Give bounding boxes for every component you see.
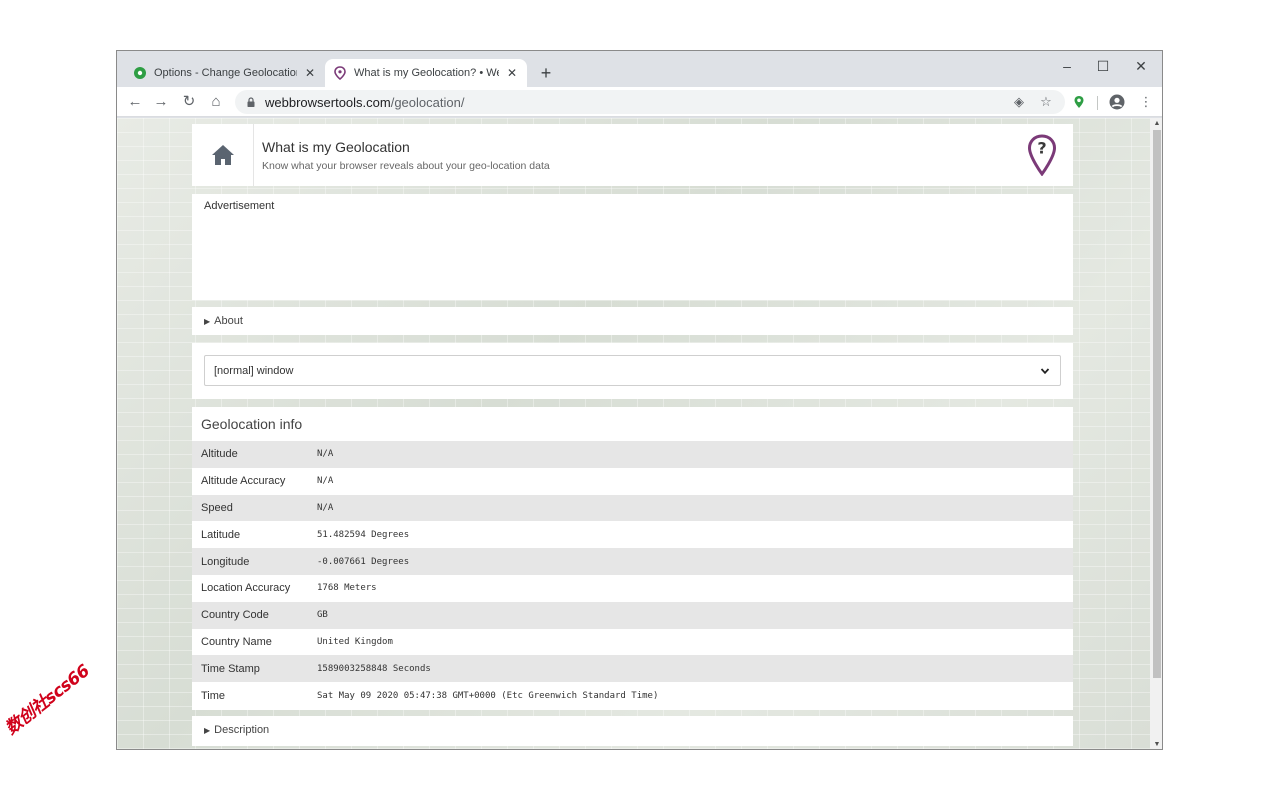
reload-icon[interactable]: ↻: [177, 90, 201, 114]
browser-window: Options - Change Geolocation ✕ What is m…: [116, 50, 1163, 750]
browser-toolbar: ← → ↻ ⌂ webbrowsertools.com/geolocation/…: [117, 87, 1162, 117]
close-tab-icon[interactable]: ✕: [505, 66, 519, 80]
url-domain: webbrowsertools.com: [265, 94, 391, 110]
close-tab-icon[interactable]: ✕: [303, 66, 317, 80]
lock-icon: [247, 97, 255, 107]
geolocation-table: Altitude N/A Altitude Accuracy N/A Speed N/A L…: [192, 441, 1073, 709]
table-row: Longitude -0.007661 Degrees: [192, 548, 1073, 575]
about-label: About: [214, 315, 243, 327]
geo-row-value: 51.482594 Degrees: [317, 529, 410, 540]
toolbar-divider: [1097, 96, 1098, 110]
table-row: Latitude 51.482594 Degrees: [192, 521, 1073, 549]
geo-row-value: -0.007661 Degrees: [317, 556, 410, 567]
geo-row-label: Latitude: [201, 528, 241, 541]
window-select-card: [normal] window: [192, 343, 1073, 399]
profile-avatar-icon[interactable]: [1106, 90, 1128, 114]
scrollbar-thumb[interactable]: [1153, 130, 1161, 678]
watermark: 数创社scs66: [1, 661, 94, 739]
geo-row-label: Longitude: [201, 555, 250, 568]
location-target-icon[interactable]: ◈: [1008, 90, 1030, 114]
chevron-down-icon: [1040, 368, 1050, 375]
about-disclosure[interactable]: ▶ About: [192, 307, 1073, 335]
close-window-icon[interactable]: ✕: [1123, 55, 1159, 77]
new-tab-icon[interactable]: +: [535, 62, 557, 84]
page-title: What is my Geolocation: [262, 139, 410, 155]
tab-options-change-geolocation[interactable]: Options - Change Geolocation ✕: [125, 59, 325, 87]
about-toggle[interactable]: ▶ About: [204, 315, 243, 327]
window-type-select[interactable]: [normal] window: [204, 355, 1061, 386]
minimize-icon[interactable]: –: [1049, 55, 1085, 77]
geo-row-value: N/A: [317, 502, 334, 513]
geo-row-label: Country Code: [201, 609, 269, 622]
tab-what-is-my-geolocation[interactable]: What is my Geolocation? • WebB ✕: [325, 59, 527, 87]
menu-kebab-icon[interactable]: ⋮: [1135, 90, 1157, 114]
geo-row-value: United Kingdom: [317, 636, 393, 647]
maximize-icon[interactable]: ☐: [1085, 55, 1121, 77]
geo-row-label: Altitude Accuracy: [201, 475, 286, 488]
back-arrow-icon[interactable]: ←: [123, 90, 147, 114]
disclosure-triangle-icon: ▶: [204, 726, 211, 735]
geo-row-label: Altitude: [201, 448, 238, 461]
geo-row-value: 1768 Meters: [317, 583, 377, 594]
advertisement-label: Advertisement: [204, 200, 275, 212]
table-row: Speed N/A: [192, 494, 1073, 522]
table-row: Country Code GB: [192, 601, 1073, 629]
geo-row-label: Time: [201, 689, 226, 702]
header-card: What is my Geolocation Know what your br…: [192, 124, 1073, 186]
table-row: Altitude Accuracy N/A: [192, 467, 1073, 495]
svg-text:?: ?: [1037, 139, 1046, 158]
geo-row-value: Sat May 09 2020 05:47:38 GMT+0000 (Etc G…: [317, 690, 659, 701]
table-row: Altitude N/A: [192, 441, 1073, 468]
geolocation-extension-icon[interactable]: [1068, 90, 1090, 114]
home-link[interactable]: [192, 124, 254, 186]
table-row: Location Accuracy 1768 Meters: [192, 574, 1073, 602]
header-text: What is my Geolocation Know what your br…: [254, 124, 1073, 186]
scroll-down-icon[interactable]: ▼: [1150, 739, 1162, 749]
geo-row-value: 1589003258848 Seconds: [317, 663, 431, 674]
geolocation-info-card: Geolocation info Altitude N/A Altitude Acc…: [192, 407, 1073, 710]
scroll-up-icon[interactable]: ▲: [1150, 118, 1162, 130]
geo-row-label: Speed: [201, 501, 233, 514]
bookmark-star-icon[interactable]: ☆: [1035, 90, 1057, 114]
geo-row-value: N/A: [317, 476, 334, 487]
vertical-scrollbar[interactable]: ▲ ▼: [1150, 118, 1162, 749]
table-row: Country Name United Kingdom: [192, 628, 1073, 656]
geolocation-info-title: Geolocation info: [201, 416, 303, 432]
description-label: Description: [214, 724, 270, 736]
help-pin-icon[interactable]: ?: [1027, 134, 1057, 176]
geo-row-label: Country Name: [201, 635, 272, 648]
description-disclosure[interactable]: ▶ Description: [192, 716, 1073, 746]
home-button-icon[interactable]: ⌂: [204, 90, 228, 114]
page-viewport: What is my Geolocation Know what your br…: [117, 118, 1150, 749]
url-path: /geolocation/: [390, 94, 465, 110]
geo-row-label: Location Accuracy: [201, 582, 291, 595]
advertisement-card: Advertisement: [192, 194, 1073, 300]
address-bar[interactable]: webbrowsertools.com/geolocation/: [235, 90, 1065, 114]
account-circle-icon: [1109, 94, 1125, 110]
disclosure-triangle-icon: ▶: [204, 317, 211, 326]
geo-row-label: Time Stamp: [201, 662, 260, 675]
table-row: Time Stamp 1589003258848 Seconds: [192, 655, 1073, 683]
tab-strip: Options - Change Geolocation ✕ What is m…: [117, 51, 1162, 87]
green-pin-icon: [1074, 96, 1084, 108]
geo-row-value: N/A: [317, 449, 334, 460]
purple-pin-icon: [334, 66, 346, 80]
description-toggle[interactable]: ▶ Description: [204, 724, 269, 736]
page-subtitle: Know what your browser reveals about you…: [262, 160, 550, 172]
geo-row-value: GB: [317, 610, 328, 621]
forward-arrow-icon[interactable]: →: [149, 90, 173, 114]
table-row: Time Sat May 09 2020 05:47:38 GMT+0000 (E…: [192, 682, 1073, 709]
home-icon: [211, 145, 234, 165]
green-pin-icon: [134, 67, 146, 79]
window-select-value: [normal] window: [214, 365, 294, 377]
tab-title: What is my Geolocation? • WebB: [354, 67, 499, 79]
tab-title: Options - Change Geolocation: [154, 67, 297, 79]
